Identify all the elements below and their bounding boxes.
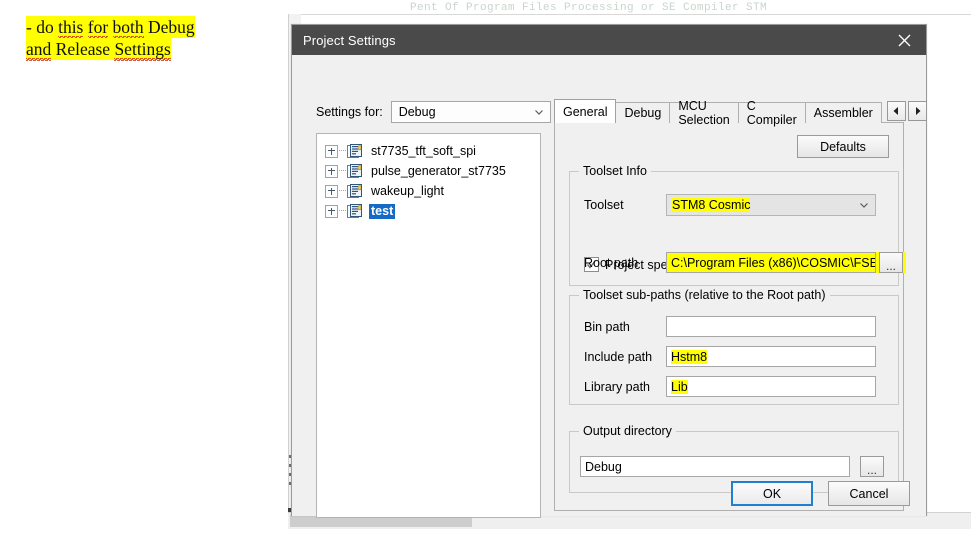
annotation-line-2: and Release Settingsand Release Settings <box>26 38 171 61</box>
plus-icon[interactable] <box>325 204 338 218</box>
settings-for-label: Settings for: <box>316 105 383 119</box>
tree-item-label: st7735_tft_soft_spi <box>371 143 476 158</box>
tab-assembler-label: Assembler <box>813 106 873 120</box>
toolset-subpaths-group: Toolset sub-paths (relative to the Root … <box>569 288 899 405</box>
tab-debug[interactable]: Debug <box>615 102 671 123</box>
chevron-down-icon <box>534 110 543 115</box>
tab-debug-label: Debug <box>624 106 662 120</box>
include-path-value: Hstm8 <box>671 349 708 364</box>
tab-c-compiler-label: C Compiler <box>746 99 797 127</box>
tab-mcu-selection-label: MCU Selection <box>678 99 730 127</box>
toolset-label: Toolset <box>584 198 624 212</box>
tree-item-label: wakeup_light <box>371 183 444 198</box>
tab-general[interactable]: General <box>554 99 617 123</box>
tree-connector <box>339 210 346 212</box>
include-path-row: Include path Hstm8 <box>584 346 876 367</box>
dialog-titlebar[interactable]: Project Settings <box>292 25 926 55</box>
toolset-info-group-title: Toolset Info <box>579 164 651 178</box>
tab-scroll-buttons <box>886 100 927 121</box>
project-file-icon <box>347 163 362 178</box>
library-path-input[interactable]: Lib <box>666 376 876 397</box>
dialog-body: Settings for: Debug st7735_tft_soft_spi … <box>292 55 927 518</box>
arrow-right-icon[interactable] <box>907 100 927 121</box>
tree-item-label: pulse_generator_st7735 <box>371 163 506 178</box>
tabstrip: General Debug MCU Selection C Compiler A… <box>554 99 927 127</box>
background-faint-text: Pent Of Program Files Processing or SE C… <box>410 2 768 14</box>
dialog-footer: OK Cancel <box>292 481 926 506</box>
output-directory-group-title: Output directory <box>579 424 676 438</box>
toolset-subpaths-group-title: Toolset sub-paths (relative to the Root … <box>579 288 830 302</box>
toolset-select[interactable]: STM8 Cosmic <box>666 194 876 216</box>
output-directory-value: Debug <box>585 459 622 474</box>
output-directory-row: Debug ... <box>580 456 884 477</box>
tab-general-label: General <box>563 104 608 119</box>
tree-item-label: test <box>369 203 396 219</box>
root-path-browse-wrapper: ... <box>876 252 906 273</box>
close-icon[interactable] <box>882 25 926 55</box>
tree-connector <box>339 190 346 192</box>
background-top-rule <box>288 14 971 15</box>
tab-mcu-selection[interactable]: MCU Selection <box>669 99 739 127</box>
general-tab-panel: Defaults Toolset Info Toolset STM8 Cosmi… <box>554 122 906 511</box>
settings-for-value: Debug <box>398 105 436 119</box>
plus-icon[interactable] <box>325 164 338 178</box>
tree-item-2[interactable]: wakeup_light <box>317 181 540 201</box>
chevron-down-icon <box>860 203 868 208</box>
library-path-value: Lib <box>671 379 688 394</box>
output-directory-browse-button[interactable]: ... <box>860 456 884 477</box>
root-path-label: Root path <box>584 255 639 270</box>
project-file-icon <box>347 143 362 158</box>
toolset-info-group: Toolset Info Toolset STM8 Cosmic Project… <box>569 164 906 286</box>
bin-path-row: Bin path <box>584 316 876 337</box>
plus-icon[interactable] <box>325 184 338 198</box>
output-directory-input[interactable]: Debug <box>580 456 850 477</box>
root-path-input[interactable]: C:\Program Files (x86)\COSMIC\FSE_C <box>666 252 876 273</box>
tab-c-compiler[interactable]: C Compiler <box>737 99 806 127</box>
tree-item-3[interactable]: test <box>317 201 540 221</box>
arrow-left-icon[interactable] <box>886 100 906 121</box>
cancel-button[interactable]: Cancel <box>828 481 910 506</box>
project-settings-dialog: Project Settings Settings for: Debug st7… <box>291 24 927 518</box>
include-path-input[interactable]: Hstm8 <box>666 346 876 367</box>
bin-path-label: Bin path <box>584 319 630 334</box>
dialog-title: Project Settings <box>303 32 396 48</box>
tree-connector <box>339 150 346 152</box>
ok-button[interactable]: OK <box>731 481 813 506</box>
plus-icon[interactable] <box>325 144 338 158</box>
bin-path-input[interactable] <box>666 316 876 337</box>
settings-for-select[interactable]: Debug <box>390 101 551 123</box>
project-tree[interactable]: st7735_tft_soft_spi pulse_generator_st77… <box>316 133 541 518</box>
project-file-icon <box>347 183 362 198</box>
settings-tab-area: General Debug MCU Selection C Compiler A… <box>554 99 927 511</box>
toolset-row: Toolset STM8 Cosmic <box>584 194 876 216</box>
defaults-button[interactable]: Defaults <box>797 135 889 158</box>
root-path-row: Root path C:\Program Files (x86)\COSMIC\… <box>584 252 906 273</box>
project-file-icon <box>347 203 362 218</box>
library-path-label: Library path <box>584 379 651 394</box>
library-path-row: Library path Lib <box>584 376 876 397</box>
root-path-value: C:\Program Files (x86)\COSMIC\FSE_C <box>671 255 876 270</box>
annotation-note: - do this for both - do this for both De… <box>26 16 258 61</box>
tree-connector <box>339 170 346 172</box>
tab-assembler[interactable]: Assembler <box>804 102 882 123</box>
settings-for-row: Settings for: Debug <box>316 101 551 123</box>
annotation-line-1: - do this for both - do this for both De… <box>26 16 195 39</box>
include-path-label: Include path <box>584 349 653 364</box>
tree-item-1[interactable]: pulse_generator_st7735 <box>317 161 540 181</box>
tree-item-0[interactable]: st7735_tft_soft_spi <box>317 141 540 161</box>
root-path-browse-button[interactable]: ... <box>879 252 903 273</box>
toolset-value: STM8 Cosmic <box>672 198 751 212</box>
